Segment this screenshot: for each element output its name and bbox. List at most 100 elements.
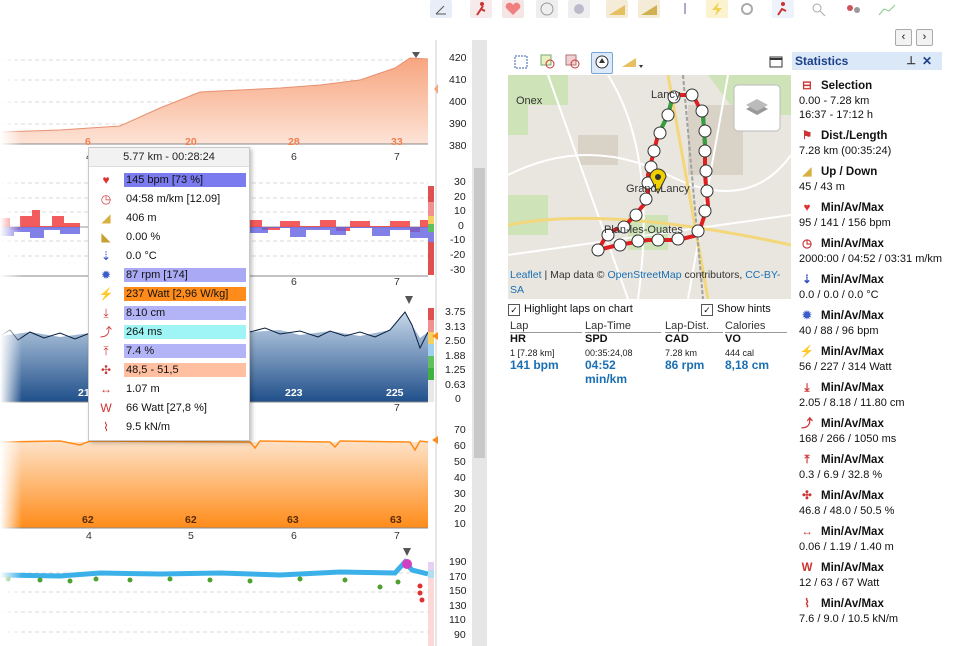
lap-column: Lap HR 1 [7.28 km] 141 bpm: [510, 320, 582, 372]
follow-icon[interactable]: [591, 52, 613, 74]
stat-value: 2000:00 / 04:52 / 03:31 m/km: [799, 253, 943, 265]
chart-icon[interactable]: [876, 0, 898, 18]
lap-header: Calories: [725, 320, 766, 332]
stride-marker: 225: [386, 387, 404, 399]
statistics-title-bar: Statistics ⊥ ✕: [792, 52, 942, 70]
leaflet-link[interactable]: Leaflet: [510, 269, 542, 281]
stat-value: 40 / 88 / 96 bpm: [799, 325, 879, 337]
form-power-icon: W: [100, 401, 112, 415]
pin-icon[interactable]: ⊥: [906, 52, 916, 70]
y-tick: 420: [449, 52, 467, 64]
y-tick: 0: [455, 393, 461, 405]
vertical-ratio-icon: ⤒: [804, 454, 810, 466]
zoom-in-icon[interactable]: [537, 52, 559, 74]
stat-block: ◢ Up / Down 45 / 43 m: [799, 164, 944, 194]
route-map[interactable]: Onex Lancy Grand-Lancy Plan-les-Ouates: [508, 75, 791, 299]
tooltip-row: ⌇ 9.5 kN/m: [97, 419, 247, 436]
y-tick: 20: [454, 503, 466, 515]
stat-block: ◷ Min/Av/Max 2000:00 / 04:52 / 03:31 m/km: [799, 236, 944, 266]
stat-value: 95 / 141 / 156 bpm: [799, 217, 891, 229]
zoom-icon[interactable]: [808, 0, 830, 18]
prev-arrow-icon[interactable]: ‹: [895, 29, 912, 46]
cadence-icon[interactable]: [568, 0, 590, 18]
y-tick: 30: [454, 176, 466, 188]
y-tick: 70: [454, 424, 466, 436]
y-tick: 0.63: [445, 379, 466, 391]
stat-heading-label: Min/Av/Max: [821, 310, 884, 322]
statistics-panel: Statistics ⊥ ✕ ⊟ Selection 0.00 - 7.28 km 1…: [792, 52, 942, 646]
lap-value: 141 bpm: [510, 358, 559, 372]
y-tick: 410: [449, 74, 467, 86]
x-tick: 6: [291, 151, 297, 163]
lap-summary: 00:35:24,08: [585, 348, 633, 358]
lap-summary: 1 [7.28 km]: [510, 348, 555, 358]
tooltip-row: ⚡ 237 Watt [2,96 W/kg]: [97, 286, 247, 303]
checkbox-icon[interactable]: ✓: [701, 304, 713, 316]
show-hints-label: Show hints: [717, 303, 771, 315]
y-tick: 10: [454, 518, 466, 530]
stat-heading: ⤴ Min/Av/Max: [799, 416, 944, 432]
y-tick: 50: [454, 456, 466, 468]
maximize-icon[interactable]: [765, 52, 787, 74]
power-icon[interactable]: [706, 0, 728, 18]
stat-value: 45 / 43 m: [799, 181, 845, 193]
lap-value: 86 rpm: [665, 358, 705, 372]
scrollbar-thumb[interactable]: [474, 168, 485, 458]
show-hints-checkbox[interactable]: ✓ Show hints: [701, 303, 771, 316]
lap-value: 8,18 cm: [725, 358, 770, 372]
tooltip-row: ⇣ 0.0 °C: [97, 248, 247, 265]
stat-block: ✣ Min/Av/Max 46.8 / 48.0 / 50.5 %: [799, 488, 944, 518]
temperature-icon[interactable]: [674, 0, 696, 18]
pace-icon[interactable]: [536, 0, 558, 18]
stat-heading: ✣ Min/Av/Max: [799, 488, 944, 504]
stat-heading: ↔ Min/Av/Max: [799, 524, 944, 540]
tooltip-row: ⤓ 8.10 cm: [97, 305, 247, 322]
stat-heading: W Min/Av/Max: [799, 560, 944, 576]
settings-icon[interactable]: [736, 0, 758, 18]
export-icon[interactable]: [842, 0, 864, 18]
y-tick: 0: [458, 220, 464, 232]
elevation-dropdown-icon[interactable]: [619, 52, 647, 74]
y-tick: 1.88: [445, 350, 466, 362]
runner-options-icon[interactable]: [772, 0, 794, 18]
vertical-ratio-icon: ⤒: [103, 344, 109, 358]
highlight-laps-checkbox[interactable]: ✓ Highlight laps on chart: [508, 303, 633, 316]
heart-icon[interactable]: [502, 0, 524, 18]
x-tick: 5: [188, 530, 194, 542]
lap-column: Calories VO 444 cal 8,18 cm: [725, 320, 787, 372]
tooltip-value: 0.0 °C: [126, 250, 157, 262]
select-area-icon[interactable]: [510, 52, 532, 74]
next-arrow-icon[interactable]: ›: [916, 29, 933, 46]
charts-scrollbar[interactable]: [472, 40, 487, 646]
stat-value: 46.8 / 48.0 / 50.5 %: [799, 505, 895, 517]
y-tick: 90: [454, 629, 466, 641]
stat-heading-label: Min/Av/Max: [821, 346, 884, 358]
tooltip-row: ↔ 1.07 m: [97, 381, 247, 398]
slope-icon[interactable]: [638, 0, 660, 18]
stat-heading-label: Selection: [821, 80, 873, 92]
runner-icon[interactable]: [470, 0, 492, 18]
y-tick: 3.75: [445, 306, 466, 318]
distance-icon: ⚑: [801, 130, 813, 142]
stat-value: 7.6 / 9.0 / 10.5 kN/m: [799, 613, 899, 625]
osm-link[interactable]: OpenStreetMap: [607, 269, 681, 281]
y-tick: 20: [454, 191, 466, 203]
tooltip-row: ◣ 0.00 %: [97, 229, 247, 246]
close-icon[interactable]: ✕: [922, 52, 932, 70]
y-tick: 60: [454, 440, 466, 452]
tooltip-value: 264 ms: [124, 325, 246, 339]
tooltip-value: 237 Watt [2,96 W/kg]: [124, 287, 246, 301]
checkbox-icon[interactable]: ✓: [508, 304, 520, 316]
tooltip-value: 7.4 %: [124, 344, 246, 358]
stat-block: ♥ Min/Av/Max 95 / 141 / 156 bpm: [799, 200, 944, 230]
chart-type-icon[interactable]: [430, 0, 452, 18]
tooltip-value: 9.5 kN/m: [126, 421, 171, 433]
lap-header: Lap: [510, 320, 529, 332]
tooltip-value: 87 rpm [174]: [124, 268, 246, 282]
heart-icon: ♥: [102, 173, 110, 187]
stat-block: ⊟ Selection 0.00 - 7.28 km 16:37 - 17:12 h: [799, 78, 944, 122]
lap-header: Lap-Time: [585, 320, 632, 332]
zoom-out-icon[interactable]: [562, 52, 584, 74]
elevation-icon[interactable]: [606, 0, 628, 18]
stat-heading: ⚑ Dist./Length: [799, 128, 944, 144]
